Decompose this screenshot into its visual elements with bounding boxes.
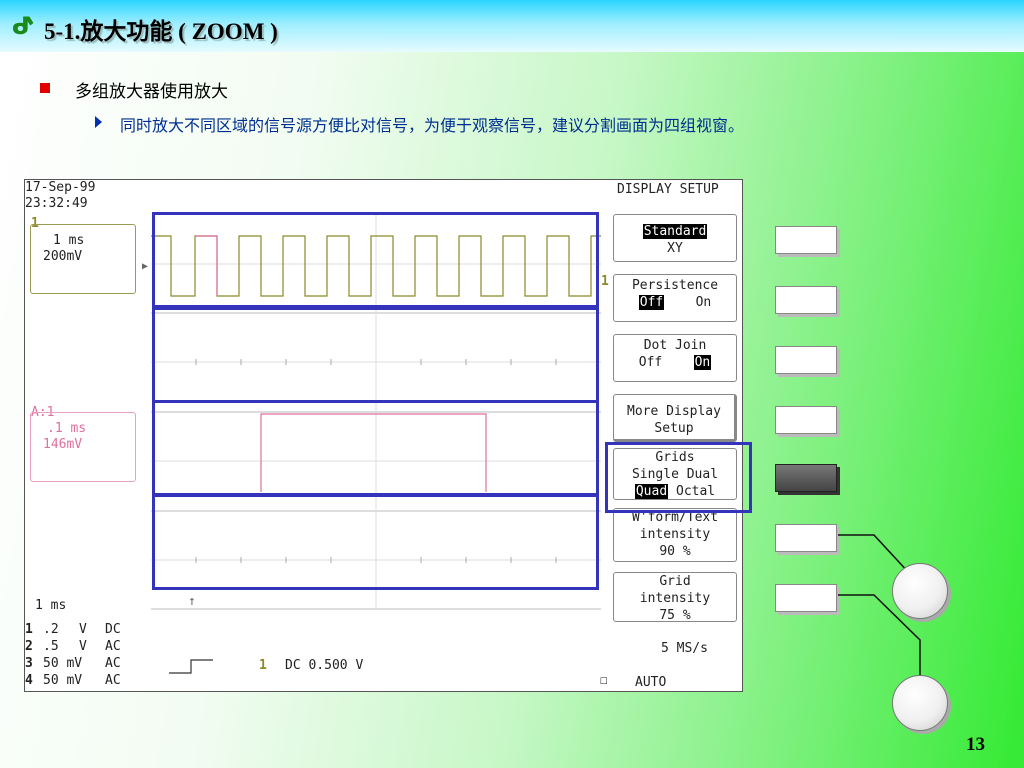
display-standard-option[interactable]: Standard	[642, 224, 708, 239]
dot-join-menu[interactable]: Dot Join Off On	[613, 334, 737, 382]
more-display-line1: More Display	[627, 404, 721, 419]
grid-3-highlight	[152, 400, 599, 496]
adjust-knob-2[interactable]	[892, 675, 948, 731]
soft-button-2[interactable]	[775, 286, 837, 314]
trigger-edge-icon	[169, 659, 213, 674]
channel-num: 2	[25, 639, 33, 654]
display-mode-menu[interactable]: Standard XY	[613, 214, 737, 262]
channel-num: 1	[25, 622, 33, 637]
trigger-level: DC 0.500 V	[285, 658, 364, 673]
scope-time: 23:32:49	[25, 196, 88, 211]
page-number: 13	[966, 734, 985, 755]
adjust-knob-1[interactable]	[892, 563, 948, 619]
trace-a-volts: 146mV	[43, 437, 83, 452]
grid-intensity-value: 75 %	[659, 608, 691, 623]
wform-intensity-value: 90 %	[659, 544, 691, 559]
trigger-position-arrow-icon: ↑	[188, 594, 196, 609]
more-display-setup-button[interactable]: More Display Setup	[613, 394, 737, 442]
soft-button-3[interactable]	[775, 346, 837, 374]
grid-label: Grid	[659, 574, 691, 589]
slide-title: 5-1.放大功能 ( ZOOM )	[44, 19, 278, 44]
channel-coupling: AC	[105, 656, 121, 671]
channel-scale: .2	[43, 622, 59, 637]
grids-menu-highlight	[605, 442, 752, 513]
channel-unit: V	[79, 622, 87, 637]
channel-coupling: AC	[105, 639, 121, 654]
dot-join-off-option[interactable]: Off	[639, 355, 662, 370]
soft-button-1[interactable]	[775, 226, 837, 254]
channel-scale: .5	[43, 639, 59, 654]
bullet-text-2: 同时放大不同区域的信号源方便比对信号，为便于观察信号，建议分割画面为四组视窗。	[120, 116, 745, 135]
bullet-square-icon	[40, 83, 50, 93]
more-display-line2: Setup	[654, 421, 694, 436]
wform-intensity-label: intensity	[639, 527, 711, 542]
acquisition-status-icon: ☐	[600, 673, 608, 688]
channel-num: 4	[25, 673, 33, 688]
trace1-label-box: 1 ms 200mV	[30, 224, 136, 294]
trace-a-label-box: .1 ms 146mV	[30, 412, 136, 482]
grid-intensity-label: intensity	[639, 591, 711, 606]
soft-button-6[interactable]	[775, 524, 837, 552]
bullet-text-1: 多组放大器使用放大	[75, 82, 228, 102]
grid-4-highlight	[152, 494, 599, 590]
bullet-triangle-icon	[95, 116, 102, 128]
channel-scale: 50 mV	[43, 656, 83, 671]
trigger-source: 1	[259, 658, 267, 673]
grid-intensity-menu[interactable]: Grid intensity 75 %	[613, 572, 737, 623]
channel-scale: 50 mV	[43, 673, 83, 688]
title-bar: ᕷ 5-1.放大功能 ( ZOOM )	[0, 0, 1024, 52]
dot-join-on-option[interactable]: On	[693, 355, 712, 370]
trace1-level-arrow-icon: ▶	[142, 261, 149, 272]
soft-button-7[interactable]	[775, 584, 837, 612]
grid-2-highlight	[152, 307, 599, 403]
sample-rate: 5 MS/s	[661, 641, 708, 656]
ribbon-logo-icon: ᕷ	[12, 12, 36, 40]
channel-coupling: DC	[105, 622, 121, 637]
channel-coupling: AC	[105, 673, 121, 688]
channel-unit: V	[79, 639, 87, 654]
trace-a-timebase: .1 ms	[47, 421, 87, 436]
persistence-off-option[interactable]: Off	[638, 295, 665, 310]
channel-num: 3	[25, 656, 33, 671]
display-xy-option[interactable]: XY	[614, 240, 736, 257]
scope-date: 17-Sep-99	[25, 180, 96, 195]
menu-title: DISPLAY SETUP	[617, 182, 719, 197]
persistence-label: Persistence	[631, 278, 719, 293]
persistence-on-option[interactable]: On	[696, 295, 712, 310]
dot-join-label: Dot Join	[643, 338, 707, 353]
persistence-menu[interactable]: Persistence Off On	[613, 274, 737, 322]
waveform-intensity-menu[interactable]: W'form/Text intensity 90 %	[613, 508, 737, 562]
grid-1-highlight	[152, 212, 599, 308]
trace1-volts: 200mV	[43, 249, 83, 264]
trace1-timebase: 1 ms	[53, 233, 85, 248]
trace1-right-marker: 1	[601, 274, 609, 289]
trigger-mode: AUTO	[635, 675, 667, 690]
soft-button-5-grids[interactable]	[775, 464, 837, 492]
soft-button-4[interactable]	[775, 406, 837, 434]
timebase-readout: 1 ms	[35, 598, 67, 613]
